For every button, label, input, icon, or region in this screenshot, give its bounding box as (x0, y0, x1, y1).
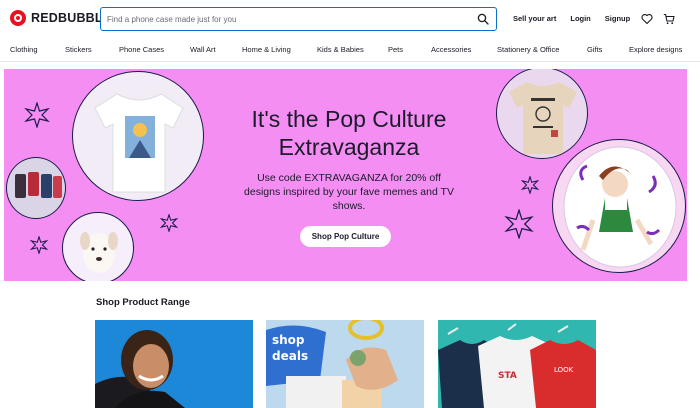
section-title: Shop Product Range (96, 297, 190, 308)
shop-pop-culture-button[interactable]: Shop Pop Culture (300, 226, 391, 247)
svg-text:deals: deals (272, 349, 308, 363)
star-decoration-icon (521, 176, 539, 194)
signup-link[interactable]: Signup (605, 14, 630, 23)
login-link[interactable]: Login (570, 14, 590, 23)
category-gifts[interactable]: Gifts (587, 45, 602, 54)
heart-icon[interactable] (641, 13, 653, 25)
category-explore-designs[interactable]: Explore designs (629, 45, 682, 54)
hero-subtitle: Use code EXTRAVAGANZA for 20% off design… (244, 172, 454, 212)
anime-sticker-image (552, 139, 686, 273)
site-header: REDBUBBLE Sell your art Login Signup (0, 0, 700, 38)
category-kids-babies[interactable]: Kids & Babies (317, 45, 364, 54)
category-clothing[interactable]: Clothing (10, 45, 38, 54)
redbubble-logo[interactable]: REDBUBBLE (10, 10, 111, 26)
star-decoration-icon (30, 236, 48, 254)
account-links: Sell your art Login Signup (513, 14, 630, 23)
category-home-living[interactable]: Home & Living (242, 45, 291, 54)
search-bar (100, 7, 497, 31)
sell-your-art-link[interactable]: Sell your art (513, 14, 556, 23)
dog-sticker-image (62, 212, 134, 281)
category-accessories[interactable]: Accessories (431, 45, 471, 54)
product-range-tile-tshirts[interactable]: STA LOOK (438, 320, 596, 408)
category-pets[interactable]: Pets (388, 45, 403, 54)
product-range-tile-clothing[interactable] (95, 320, 253, 408)
star-decoration-icon (160, 214, 178, 232)
category-phone-cases[interactable]: Phone Cases (119, 45, 164, 54)
star-decoration-icon (504, 209, 534, 239)
svg-text:shop: shop (272, 333, 305, 347)
category-stationery-office[interactable]: Stationery & Office (497, 45, 559, 54)
wanted-tshirt-image (496, 69, 588, 159)
category-wall-art[interactable]: Wall Art (190, 45, 216, 54)
svg-text:STA: STA (498, 371, 517, 381)
category-nav: Clothing Stickers Phone Cases Wall Art H… (0, 38, 700, 62)
star-decoration-icon (24, 102, 50, 128)
tshirt-product-image (72, 71, 204, 201)
search-icon[interactable] (477, 13, 489, 25)
hero-title: It's the Pop Culture Extravaganza (251, 106, 447, 160)
svg-text:LOOK: LOOK (554, 366, 574, 374)
hero-banner[interactable]: It's the Pop Culture Extravaganza Use co… (4, 69, 687, 281)
category-stickers[interactable]: Stickers (65, 45, 92, 54)
search-input[interactable] (107, 14, 490, 24)
redbubble-logo-icon (10, 10, 26, 26)
cart-icon[interactable] (663, 13, 675, 25)
product-range-tile-deals[interactable]: shop deals (266, 320, 424, 408)
phone-cases-image (6, 157, 66, 219)
